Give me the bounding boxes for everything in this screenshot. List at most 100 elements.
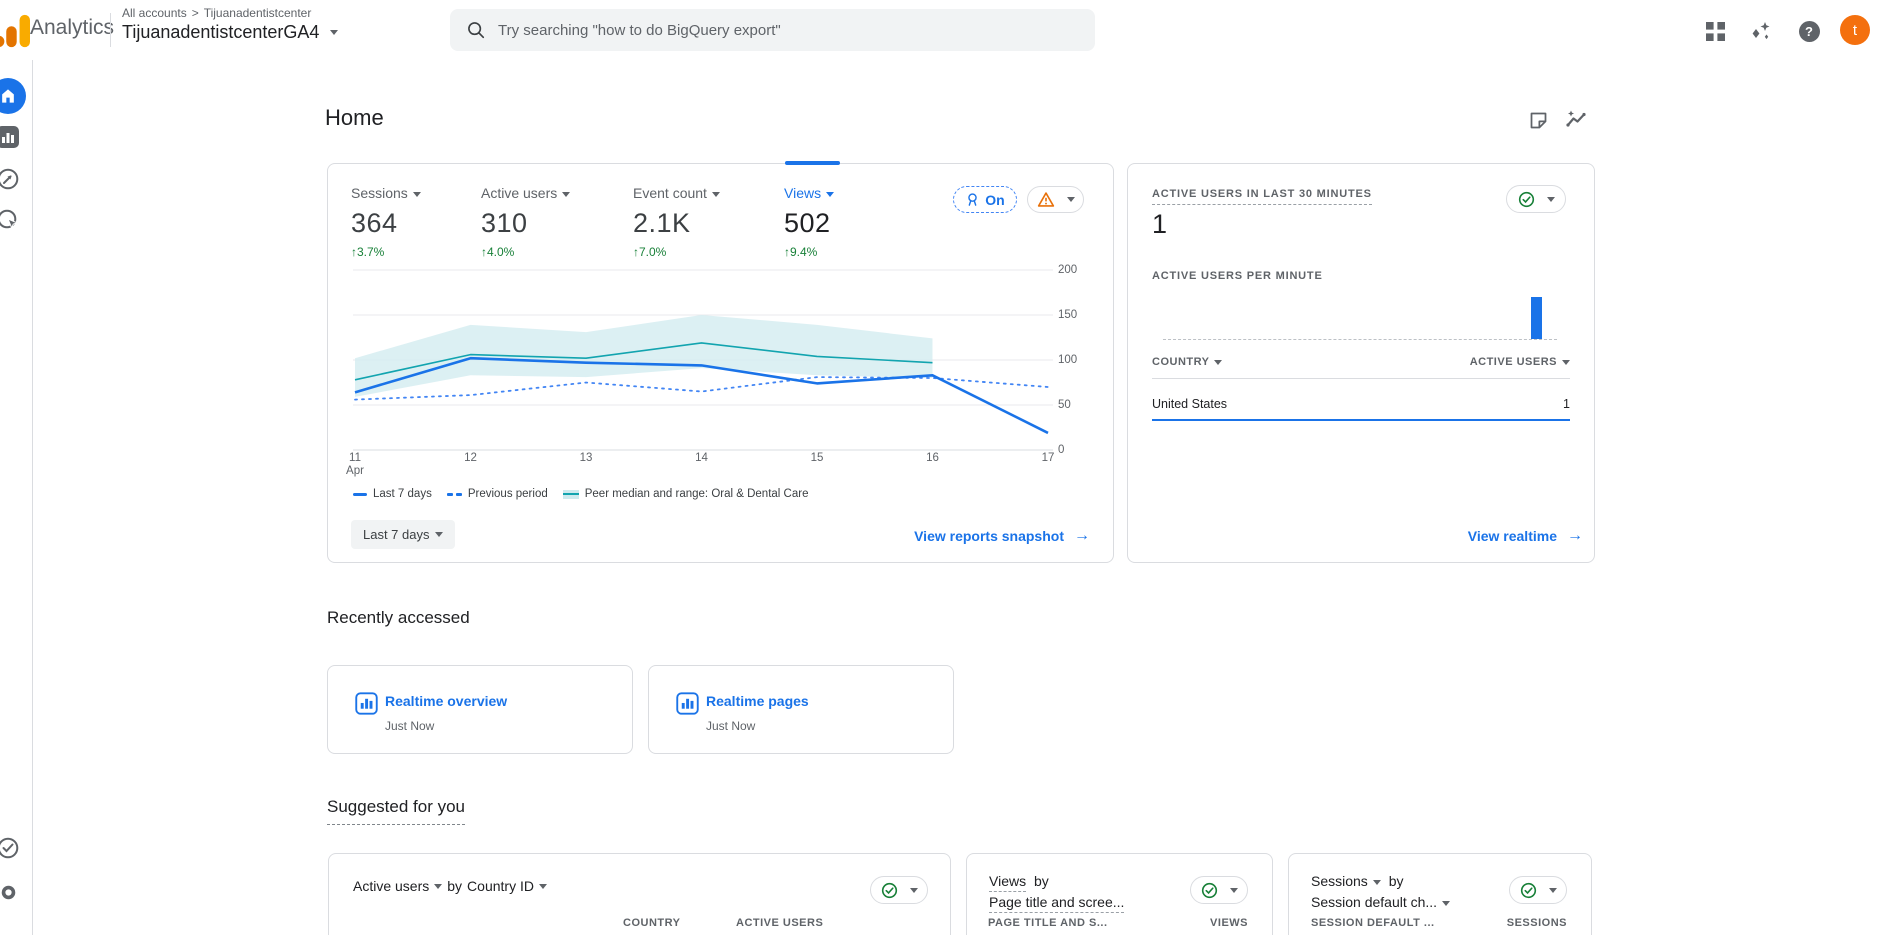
metric-selector[interactable]: Active users <box>353 878 429 894</box>
help-icon[interactable] <box>1797 19 1821 43</box>
metric-event-count: Event count 2.1K 7.0% <box>633 185 720 259</box>
x-tick-label: 12 <box>464 452 477 464</box>
check-circle-icon <box>881 882 898 899</box>
table-row[interactable]: United States 1 <box>1152 388 1570 421</box>
metric-selector[interactable]: Sessions <box>351 185 421 201</box>
metric-value: 310 <box>481 208 570 239</box>
x-tick-label: 15 <box>811 452 824 464</box>
breadcrumb[interactable]: All accounts > Tijuanadentistcenter <box>122 6 311 20</box>
chevron-down-icon <box>330 30 338 35</box>
page-title: Home <box>325 105 384 131</box>
metric-delta: 3.7% <box>351 245 421 259</box>
column-header: ACTIVE USERS <box>736 917 823 929</box>
arrow-right-icon <box>1074 527 1090 545</box>
chevron-down-icon <box>413 192 421 197</box>
legend-peer-median: Peer median and range: Oral & Dental Car… <box>563 488 809 500</box>
x-tick-label: 17 <box>1042 452 1055 464</box>
chevron-down-icon <box>1562 360 1570 365</box>
card-status-menu[interactable] <box>1509 876 1567 904</box>
country-column-header[interactable]: COUNTRY <box>1152 356 1222 368</box>
band-swatch <box>563 490 579 499</box>
recent-card-realtime-overview[interactable]: Realtime overview Just Now <box>327 665 633 754</box>
google-apps-grid-icon[interactable] <box>1703 19 1727 43</box>
card-status-menu[interactable] <box>870 876 928 904</box>
overview-line-chart <box>353 265 1068 460</box>
card-status-menu[interactable] <box>1190 876 1248 904</box>
chevron-down-icon <box>539 884 547 889</box>
x-axis-month-label: Apr <box>346 465 364 477</box>
property-name[interactable]: TijuanadentistcenterGA4 <box>122 22 319 43</box>
recent-item-time: Just Now <box>706 719 755 733</box>
dimension-selector[interactable]: Page title and scree... <box>989 894 1124 913</box>
active-users-minute-bar <box>1531 297 1542 339</box>
metric-selector[interactable]: Active users <box>481 185 570 201</box>
realtime-title: ACTIVE USERS IN LAST 30 MINUTES <box>1152 188 1372 205</box>
date-range-selector[interactable]: Last 7 days <box>351 520 455 549</box>
property-switcher[interactable]: TijuanadentistcenterGA4 <box>122 22 338 43</box>
metric-delta: 4.0% <box>481 245 570 259</box>
chevron-down-icon <box>1547 197 1555 202</box>
metric-selector[interactable]: Sessions <box>1311 873 1368 889</box>
report-icon <box>676 692 699 715</box>
sidebar-item-home[interactable] <box>0 78 26 114</box>
ga4-home-page: Analytics All accounts > Tijuanadentistc… <box>0 0 1880 935</box>
data-quality-menu[interactable] <box>1027 186 1084 213</box>
gemini-sparkle-icon[interactable] <box>1749 19 1773 43</box>
legend-previous-period: Previous period <box>447 488 548 500</box>
active-users-column-header[interactable]: ACTIVE USERS <box>1470 356 1570 368</box>
top-app-bar: Analytics All accounts > Tijuanadentistc… <box>0 0 1880 60</box>
metric-views: Views 502 9.4% <box>784 185 834 259</box>
suggested-card-title: Active users by Country ID <box>353 878 547 894</box>
view-reports-snapshot-link[interactable]: View reports snapshot <box>914 527 1090 545</box>
suggested-card-title-line1: Sessions by <box>1311 873 1404 889</box>
sidebar-item-admin[interactable] <box>0 880 21 910</box>
chart-legend: Last 7 days Previous period Peer median … <box>353 488 808 500</box>
check-circle-icon <box>0 836 20 860</box>
column-header: VIEWS <box>1210 917 1248 929</box>
recently-accessed-heading: Recently accessed <box>327 608 470 628</box>
notes-icon[interactable] <box>1526 108 1550 132</box>
explore-icon <box>0 167 20 191</box>
search-input[interactable] <box>498 22 1058 39</box>
breadcrumb-root[interactable]: All accounts <box>122 6 187 20</box>
benchmarking-toggle[interactable]: On <box>953 186 1017 213</box>
recent-item-title[interactable]: Realtime pages <box>706 693 809 709</box>
sidebar-item-explore[interactable] <box>0 167 20 196</box>
metric-selector[interactable]: Views <box>989 873 1026 892</box>
chevron-down-icon <box>435 532 443 537</box>
recent-card-realtime-pages[interactable]: Realtime pages Just Now <box>648 665 954 754</box>
active-users-per-minute-chart <box>1163 296 1557 340</box>
nav-sidebar <box>0 60 33 935</box>
arrow-right-icon <box>1567 527 1583 545</box>
dimension-selector[interactable]: Session default ch... <box>1311 894 1437 910</box>
suggested-card-title-line2: Page title and scree... <box>989 894 1124 910</box>
search-bar[interactable] <box>450 9 1095 51</box>
metric-selector[interactable]: Event count <box>633 185 720 201</box>
x-tick-label: 14 <box>695 452 708 464</box>
dimension-selector[interactable]: Country ID <box>467 878 534 894</box>
legend-last-7-days: Last 7 days <box>353 488 432 500</box>
column-header: COUNTRY <box>623 917 680 929</box>
y-tick-label: 0 <box>1058 444 1064 456</box>
check-circle-icon <box>1520 882 1537 899</box>
suggested-card-views-by-page: Views by Page title and scree... PAGE TI… <box>966 853 1273 935</box>
realtime-status-menu[interactable] <box>1506 185 1566 213</box>
view-realtime-link[interactable]: View realtime <box>1468 527 1583 545</box>
chevron-down-icon <box>1442 901 1450 906</box>
metric-selector[interactable]: Views <box>784 185 834 201</box>
realtime-table-header: COUNTRY ACTIVE USERS <box>1152 356 1570 379</box>
user-avatar[interactable]: t <box>1840 15 1870 45</box>
sidebar-item-library[interactable] <box>0 836 20 865</box>
chevron-down-icon <box>1230 888 1238 893</box>
sidebar-item-advertising[interactable] <box>0 208 20 237</box>
report-icon <box>355 692 378 715</box>
breadcrumb-account[interactable]: Tijuanadentistcenter <box>204 6 312 20</box>
sidebar-item-reports[interactable] <box>0 126 19 153</box>
insights-icon[interactable] <box>1564 108 1588 132</box>
selected-metric-indicator <box>785 161 840 165</box>
benchmark-state: On <box>985 192 1004 208</box>
recent-item-title[interactable]: Realtime overview <box>385 693 507 709</box>
check-circle-icon <box>1201 882 1218 899</box>
analytics-logo-icon[interactable] <box>0 12 30 50</box>
suggested-card-sessions-by-channel: Sessions by Session default ch... SESSIO… <box>1288 853 1592 935</box>
